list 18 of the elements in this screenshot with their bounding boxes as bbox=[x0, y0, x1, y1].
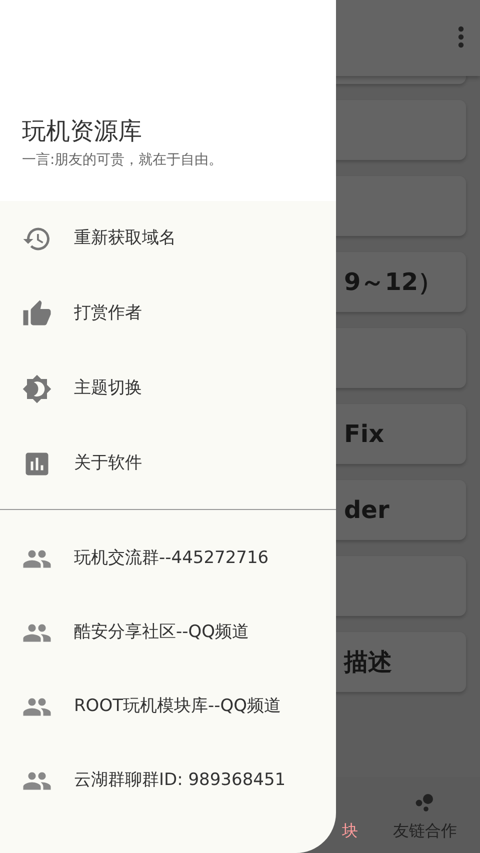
drawer-subtitle: 一言:朋友的可贵，就在于自由。 bbox=[22, 151, 224, 170]
thumbs-up-icon bbox=[22, 298, 52, 328]
card-title: der bbox=[344, 495, 390, 526]
more-icon[interactable] bbox=[458, 26, 464, 48]
dots-icon bbox=[414, 793, 436, 813]
drawer-item[interactable]: 打赏作者 bbox=[0, 276, 336, 351]
drawer-title: 玩机资源库 bbox=[22, 117, 143, 146]
drawer-item[interactable]: 云湖群聊群ID: 989368451 bbox=[0, 744, 336, 818]
card-title: 9～12） bbox=[344, 267, 442, 298]
drawer-item[interactable]: 重新获取域名 bbox=[0, 201, 336, 276]
brightness-icon bbox=[22, 374, 52, 404]
drawer-item[interactable]: 酷安分享社区--QQ频道 bbox=[0, 596, 336, 670]
card-title: Fix bbox=[344, 419, 384, 450]
drawer-item[interactable]: 玩机交流群--445272716 bbox=[0, 522, 336, 596]
drawer-item[interactable]: 主题切换 bbox=[0, 351, 336, 426]
drawer-item[interactable]: ROOT玩机模块库--QQ频道 bbox=[0, 670, 336, 744]
drawer-item[interactable]: 关于软件 bbox=[0, 426, 336, 501]
card-title: 描述 bbox=[344, 647, 392, 678]
